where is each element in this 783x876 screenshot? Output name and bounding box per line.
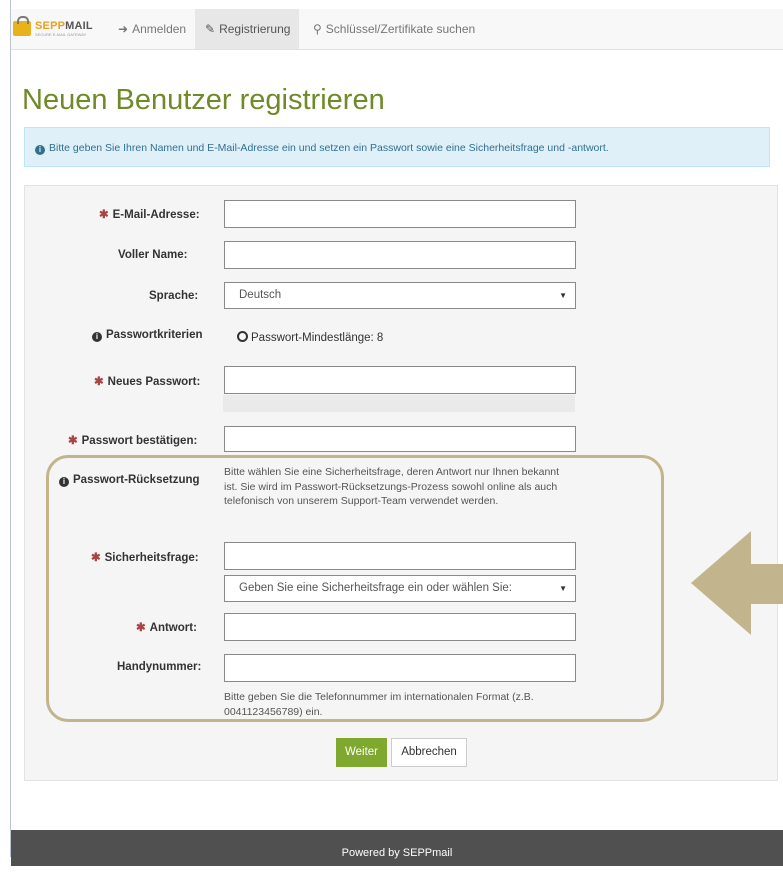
navbar: SEPPMAIL SECURE E-MAIL GATEWAY ➜ Anmelden… xyxy=(11,9,783,50)
answer-label: ✱ Antwort: xyxy=(136,622,197,634)
language-select[interactable]: Deutsch ▼ xyxy=(224,282,576,309)
required-asterisk-icon: ✱ xyxy=(94,376,104,388)
nav-item-login[interactable]: ➜ Anmelden xyxy=(108,9,196,49)
nav-item-search-keys-label: Schlüssel/Zertifikate suchen xyxy=(325,22,476,36)
info-icon: i xyxy=(59,477,69,487)
password-reset-help: Bitte wählen Sie eine Sicherheitsfrage, … xyxy=(224,466,560,507)
security-question-label: ✱ Sicherheitsfrage: xyxy=(91,552,199,564)
new-password-label: ✱ Neues Passwort: xyxy=(94,376,201,388)
chevron-down-icon: ▼ xyxy=(559,584,567,593)
language-label: Sprache: xyxy=(149,290,199,302)
window-frame-top xyxy=(0,0,783,9)
submit-button[interactable]: Weiter xyxy=(336,738,387,767)
nav-item-registration[interactable]: ✎ Registrierung xyxy=(195,9,299,49)
full-name-field[interactable] xyxy=(224,241,576,269)
email-field[interactable] xyxy=(224,200,576,228)
circle-icon xyxy=(237,331,248,342)
lock-icon xyxy=(13,16,31,36)
search-icon: ⚲ xyxy=(313,22,322,36)
required-asterisk-icon: ✱ xyxy=(91,552,101,564)
info-icon: i xyxy=(92,332,102,342)
language-select-value: Deutsch xyxy=(239,289,282,301)
chevron-down-icon: ▼ xyxy=(559,291,567,300)
new-password-field[interactable] xyxy=(224,366,576,394)
security-question-field[interactable] xyxy=(224,542,576,570)
mobile-field[interactable] xyxy=(224,654,576,682)
required-asterisk-icon: ✱ xyxy=(99,209,109,221)
security-question-select-value: Geben Sie eine Sicherheitsfrage ein oder… xyxy=(239,582,512,594)
nav-item-login-label: Anmelden xyxy=(132,22,187,36)
cancel-button[interactable]: Abbrechen xyxy=(391,738,467,767)
answer-field[interactable] xyxy=(224,613,576,641)
required-asterisk-icon: ✱ xyxy=(136,622,146,634)
logo-text: SEPPMAIL xyxy=(35,20,93,32)
confirm-password-label: ✱ Passwort bestätigen: xyxy=(68,435,198,447)
security-question-select[interactable]: Geben Sie eine Sicherheitsfrage ein oder… xyxy=(224,575,576,602)
sign-in-icon: ➜ xyxy=(118,22,129,36)
nav-item-search-keys[interactable]: ⚲ Schlüssel/Zertifikate suchen xyxy=(309,9,479,49)
window-frame-left xyxy=(0,0,11,857)
mobile-help: Bitte geben Sie die Telefonnummer im int… xyxy=(224,691,534,718)
nav-item-registration-label: Registrierung xyxy=(219,22,291,36)
arrow-left-icon xyxy=(691,531,751,635)
password-criteria-item: Passwort-Mindestlänge: 8 xyxy=(237,331,383,344)
info-alert: i Bitte geben Sie Ihren Namen und E-Mail-… xyxy=(24,127,770,167)
seppmail-logo[interactable]: SEPPMAIL SECURE E-MAIL GATEWAY xyxy=(13,16,111,38)
full-name-label: Voller Name: xyxy=(118,249,188,261)
mobile-label: Handynummer: xyxy=(117,661,202,673)
info-alert-text: Bitte geben Sie Ihren Namen und E-Mail-A… xyxy=(49,142,609,154)
password-strength-bar xyxy=(223,395,575,412)
page-title: Neuen Benutzer registrieren xyxy=(22,84,385,116)
app-container: SEPPMAIL SECURE E-MAIL GATEWAY ➜ Anmelden… xyxy=(11,9,783,866)
email-label: ✱ E-Mail-Adresse: xyxy=(99,209,200,221)
edit-icon: ✎ xyxy=(205,22,216,36)
arrow-shaft xyxy=(750,564,783,604)
required-asterisk-icon: ✱ xyxy=(68,435,78,447)
info-icon: i xyxy=(35,145,45,155)
password-reset-label: i Passwort-Rücksetzung xyxy=(59,474,200,487)
confirm-password-field[interactable] xyxy=(224,426,576,452)
footer: Powered by SEPPmail xyxy=(11,830,783,866)
logo-tagline: SECURE E-MAIL GATEWAY xyxy=(35,32,87,37)
password-criteria-label: i Passwortkriterien xyxy=(92,329,203,342)
